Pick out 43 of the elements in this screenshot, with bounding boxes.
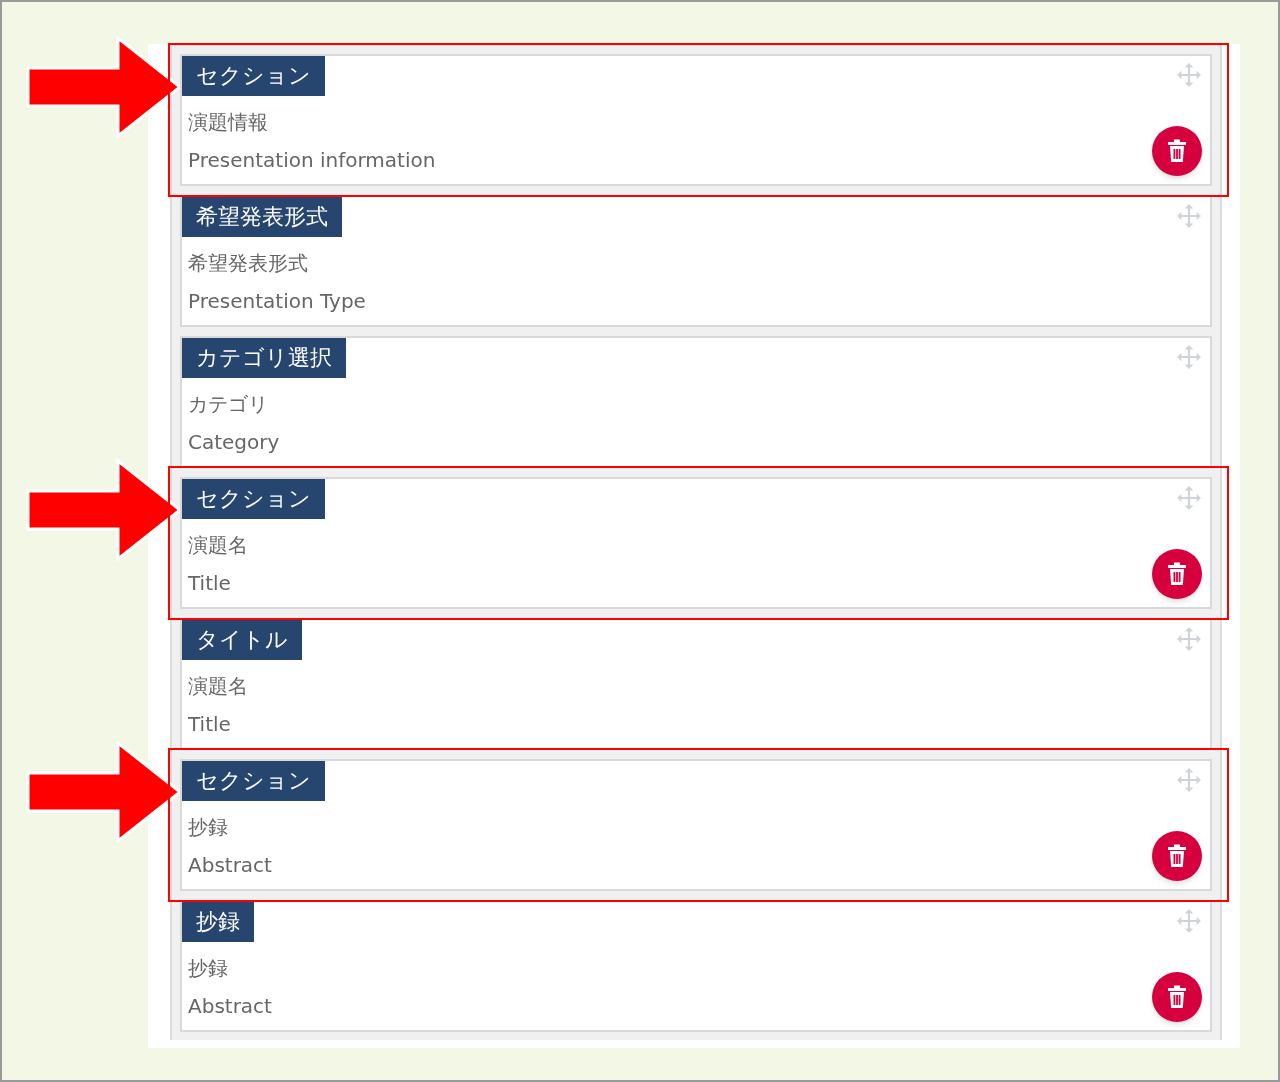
trash-icon bbox=[1166, 139, 1188, 163]
field-card[interactable]: セクション 演題名 Title bbox=[180, 477, 1212, 609]
field-label: カテゴリ bbox=[188, 392, 268, 416]
field-card[interactable]: 希望発表形式 希望発表形式 Presentation Type bbox=[180, 195, 1212, 327]
field-card[interactable]: タイトル 演題名 Title bbox=[180, 618, 1212, 750]
delete-button[interactable] bbox=[1152, 549, 1202, 599]
field-label: 希望発表形式 bbox=[188, 251, 308, 275]
field-label: 演題情報 bbox=[188, 110, 268, 134]
field-label: 演題名 bbox=[188, 533, 248, 557]
move-icon[interactable] bbox=[1176, 626, 1202, 652]
field-label: Title bbox=[188, 712, 231, 736]
move-icon[interactable] bbox=[1176, 203, 1202, 229]
section-tag: 希望発表形式 bbox=[182, 197, 342, 237]
delete-button[interactable] bbox=[1152, 972, 1202, 1022]
field-card[interactable]: セクション 演題情報 Presentation information bbox=[180, 54, 1212, 186]
section-tag: タイトル bbox=[182, 620, 302, 660]
section-tag: セクション bbox=[182, 479, 325, 519]
move-icon[interactable] bbox=[1176, 344, 1202, 370]
trash-icon bbox=[1166, 562, 1188, 586]
move-icon[interactable] bbox=[1176, 62, 1202, 88]
trash-icon bbox=[1166, 844, 1188, 868]
field-card[interactable]: セクション 抄録 Abstract bbox=[180, 759, 1212, 891]
move-icon[interactable] bbox=[1176, 767, 1202, 793]
field-card[interactable]: 抄録 抄録 Abstract bbox=[180, 900, 1212, 1032]
delete-button[interactable] bbox=[1152, 831, 1202, 881]
delete-button[interactable] bbox=[1152, 126, 1202, 176]
trash-icon bbox=[1166, 985, 1188, 1009]
field-label: Presentation Type bbox=[188, 289, 366, 313]
section-tag: 抄録 bbox=[182, 902, 254, 942]
field-label: Abstract bbox=[188, 994, 272, 1018]
field-label: Title bbox=[188, 571, 231, 595]
field-label: 抄録 bbox=[188, 956, 228, 980]
field-label: Abstract bbox=[188, 853, 272, 877]
field-card[interactable]: カテゴリ選択 カテゴリ Category bbox=[180, 336, 1212, 468]
move-icon[interactable] bbox=[1176, 908, 1202, 934]
section-tag: カテゴリ選択 bbox=[182, 338, 346, 378]
field-label: 演題名 bbox=[188, 674, 248, 698]
section-tag: セクション bbox=[182, 761, 325, 801]
section-tag: セクション bbox=[182, 56, 325, 96]
field-label: 抄録 bbox=[188, 815, 228, 839]
field-label: Category bbox=[188, 430, 280, 454]
field-label: Presentation information bbox=[188, 148, 436, 172]
move-icon[interactable] bbox=[1176, 485, 1202, 511]
